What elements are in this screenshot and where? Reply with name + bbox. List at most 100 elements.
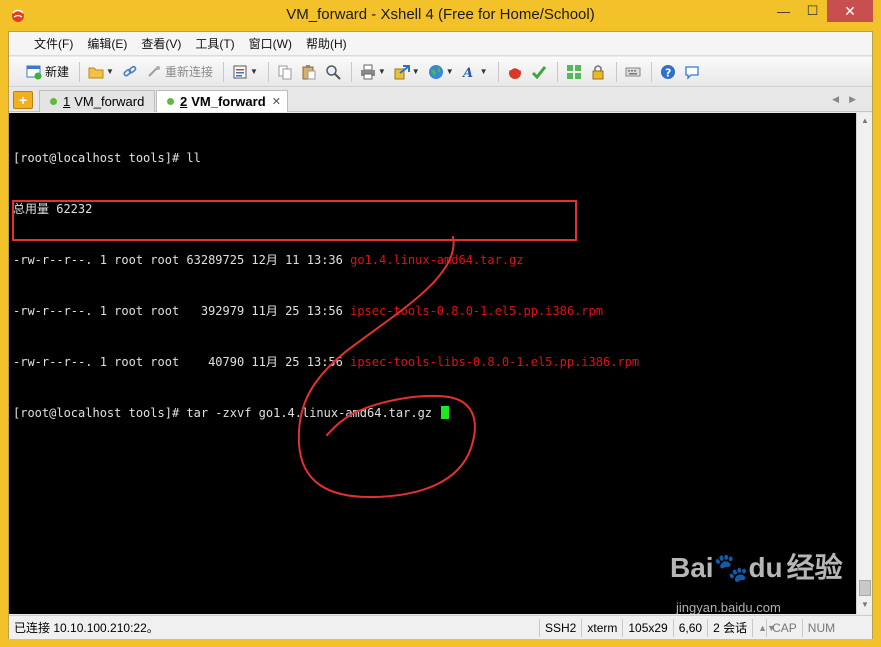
chevron-down-icon: ▼ bbox=[479, 67, 488, 76]
globe-button[interactable]: ▼ bbox=[425, 61, 457, 83]
script-button[interactable] bbox=[528, 61, 550, 83]
lock-button[interactable] bbox=[587, 61, 609, 83]
chevron-down-icon: ▼ bbox=[377, 67, 386, 76]
toolbar: 新建 ▼ 重新连接 ▼ ▼ ▼ ▼ A ▼ ? bbox=[9, 57, 872, 87]
toolbar-separator bbox=[556, 61, 558, 82]
keyboard-button[interactable] bbox=[622, 61, 644, 83]
paste-icon bbox=[302, 64, 316, 79]
add-tab-button[interactable]: + bbox=[13, 91, 33, 109]
help-icon: ? bbox=[660, 64, 675, 79]
menu-help[interactable]: 帮助(H) bbox=[299, 35, 354, 52]
connected-status-icon bbox=[50, 98, 57, 105]
paste-button[interactable] bbox=[298, 61, 320, 83]
window-controls: — ☐ ✕ bbox=[769, 0, 873, 22]
maximize-button[interactable]: ☐ bbox=[798, 0, 827, 22]
copy-button[interactable] bbox=[274, 61, 296, 83]
tab-label: VM_forward bbox=[74, 94, 145, 109]
terminal-screen[interactable]: [root@localhost tools]# ll 总用量 62232 -rw… bbox=[9, 113, 856, 614]
transfer-button[interactable]: ▼ bbox=[391, 61, 423, 83]
menu-window[interactable]: 窗口(W) bbox=[242, 35, 299, 52]
connected-status-icon bbox=[167, 98, 174, 105]
toolbar-separator bbox=[615, 61, 617, 82]
tab-number: 2 bbox=[180, 94, 188, 109]
chat-bubble-icon bbox=[684, 65, 699, 80]
text-cursor bbox=[441, 406, 450, 419]
caps-lock-indicator: CAP bbox=[766, 618, 802, 637]
title-bar[interactable]: VM_forward - Xshell 4 (Free for Home/Sch… bbox=[0, 0, 881, 31]
file-name: ipsec-tools-libs-0.8.0-1.el5.pp.i386.rpm bbox=[350, 355, 640, 369]
font-icon: A bbox=[462, 66, 473, 80]
file-name: ipsec-tools-0.8.0-1.el5.pp.i386.rpm bbox=[350, 304, 603, 318]
search-icon bbox=[326, 64, 341, 80]
session-tab-bar: + 1 VM_forward 2 VM_forward ✕ ◀▶ bbox=[9, 88, 872, 112]
new-session-label: 新建 bbox=[45, 65, 70, 79]
keyboard-icon bbox=[625, 67, 641, 76]
scroll-thumb[interactable] bbox=[859, 580, 871, 596]
help-button[interactable]: ? bbox=[657, 61, 679, 83]
folder-icon bbox=[88, 67, 104, 78]
num-lock-indicator: NUM bbox=[801, 618, 840, 637]
menu-tools[interactable]: 工具(T) bbox=[188, 35, 241, 52]
status-bar: 已连接 10.10.100.210:22。 SSH2 xterm 105x29 … bbox=[9, 615, 872, 639]
reconnect-button[interactable]: 重新连接 bbox=[143, 61, 216, 83]
window-title: VM_forward - Xshell 4 (Free for Home/Sch… bbox=[286, 6, 595, 23]
terminal-output: [root@localhost tools]# ll 总用量 62232 -rw… bbox=[13, 116, 639, 456]
svg-text:A: A bbox=[462, 66, 473, 80]
connection-status: 已连接 10.10.100.210:22。 bbox=[14, 621, 159, 635]
terminal-line: -rw-r--r--. 1 root root 392979 11月 25 13… bbox=[13, 304, 603, 318]
menu-file[interactable]: 文件(F) bbox=[27, 35, 80, 52]
find-button[interactable] bbox=[322, 61, 344, 83]
print-button[interactable]: ▼ bbox=[357, 61, 389, 83]
copy-icon bbox=[278, 65, 292, 79]
terminal-type-status: xterm bbox=[581, 618, 622, 637]
close-tab-icon[interactable]: ✕ bbox=[272, 95, 281, 108]
new-session-button[interactable]: 新建 bbox=[23, 61, 72, 83]
vertical-scrollbar[interactable]: ▲ ▼ bbox=[856, 113, 872, 614]
scroll-up-arrow[interactable]: ▲ bbox=[857, 113, 873, 129]
font-button[interactable]: A ▼ bbox=[459, 61, 491, 83]
link-button[interactable] bbox=[119, 61, 141, 83]
link-icon bbox=[123, 65, 137, 76]
svg-text:?: ? bbox=[665, 66, 671, 79]
close-button[interactable]: ✕ bbox=[827, 0, 873, 22]
tab-number: 1 bbox=[63, 94, 71, 109]
toolbar-separator bbox=[79, 61, 81, 82]
chevron-down-icon: ▼ bbox=[411, 67, 420, 76]
toolbar-separator bbox=[350, 61, 352, 82]
new-session-icon bbox=[26, 65, 42, 79]
session-count-status: 2 会话 bbox=[707, 618, 752, 637]
chevron-down-icon: ▼ bbox=[445, 67, 454, 76]
xftp-button[interactable] bbox=[504, 61, 526, 83]
toolbar-separator bbox=[267, 61, 269, 82]
menu-view[interactable]: 查看(V) bbox=[134, 35, 188, 52]
window-frame: VM_forward - Xshell 4 (Free for Home/Sch… bbox=[0, 0, 881, 647]
scroll-down-arrow[interactable]: ▼ bbox=[857, 597, 873, 613]
layout-button[interactable] bbox=[563, 61, 585, 83]
scroll-arrow-icon[interactable]: ▲▼ bbox=[752, 618, 776, 637]
terminal-command-line: [root@localhost tools]# tar -zxvf go1.4.… bbox=[13, 405, 639, 422]
tab-vm-forward-2[interactable]: 2 VM_forward ✕ bbox=[156, 90, 288, 112]
minimize-button[interactable]: — bbox=[769, 0, 798, 22]
chat-button[interactable] bbox=[681, 61, 703, 83]
baidu-watermark: Bai🐾du 经验 bbox=[670, 552, 843, 583]
script-icon bbox=[531, 65, 546, 79]
tab-scroll-arrows[interactable]: ◀▶ bbox=[832, 94, 866, 105]
globe-icon bbox=[428, 64, 443, 79]
terminal-size-status: 105x29 bbox=[622, 618, 672, 637]
toolbar-separator bbox=[222, 61, 224, 82]
tab-vm-forward-1[interactable]: 1 VM_forward bbox=[39, 90, 155, 112]
toolbar-separator bbox=[497, 61, 499, 82]
terminal-line: -rw-r--r--. 1 root root 63289725 12月 11 … bbox=[13, 253, 524, 267]
layout-icon bbox=[566, 64, 581, 79]
tab-label: VM_forward bbox=[191, 94, 266, 109]
menu-bar: 文件(F) 编辑(E) 查看(V) 工具(T) 窗口(W) 帮助(H) bbox=[9, 32, 872, 56]
baidu-watermark-url: jingyan.baidu.com bbox=[676, 600, 781, 615]
properties-button[interactable]: ▼ bbox=[229, 61, 261, 83]
lock-icon bbox=[592, 64, 604, 79]
toolbar-separator bbox=[650, 61, 652, 82]
properties-icon bbox=[233, 65, 247, 78]
open-folder-button[interactable]: ▼ bbox=[85, 61, 117, 83]
menu-edit[interactable]: 编辑(E) bbox=[80, 35, 134, 52]
file-transfer-icon bbox=[394, 64, 410, 79]
terminal-line: [root@localhost tools]# ll bbox=[13, 151, 201, 165]
